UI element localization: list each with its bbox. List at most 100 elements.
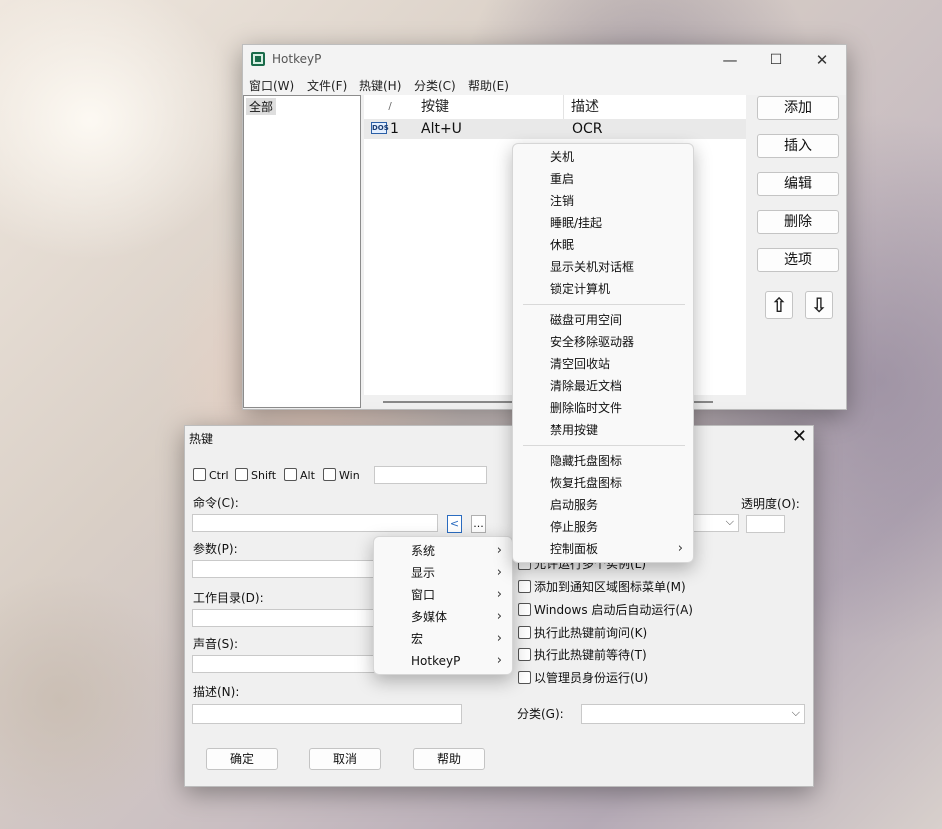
checkbox-box: [518, 648, 531, 661]
column-header-desc[interactable]: 描述: [565, 95, 746, 119]
title-bar[interactable]: HotkeyP — ☐ ✕: [243, 45, 846, 75]
menu-item-hide-tray[interactable]: 隐藏托盘图标: [513, 450, 693, 472]
win-checkbox[interactable]: Win: [323, 468, 360, 482]
command-label: 命令(C):: [193, 496, 239, 510]
menu-item-label: 锁定计算机: [550, 282, 611, 296]
menu-item-multimedia[interactable]: 多媒体 ›: [374, 606, 512, 628]
menu-hotkey[interactable]: 热键(H): [359, 77, 401, 94]
shift-label: Shift: [251, 469, 277, 482]
menu-item-eject-drive[interactable]: 安全移除驱动器: [513, 331, 693, 353]
hotkey-input[interactable]: [374, 466, 487, 484]
menu-item-sleep[interactable]: 睡眠/挂起: [513, 212, 693, 234]
menu-item-label: 删除临时文件: [550, 401, 623, 415]
menu-item-start-service[interactable]: 启动服务: [513, 494, 693, 516]
menu-file[interactable]: 文件(F): [307, 77, 347, 94]
minimize-button[interactable]: —: [707, 45, 753, 75]
menu-separator: [523, 304, 685, 305]
chevron-right-icon: ›: [496, 631, 502, 646]
insert-button[interactable]: 插入: [757, 134, 839, 158]
row-description: OCR: [572, 121, 603, 137]
menu-item-empty-recycle[interactable]: 清空回收站: [513, 353, 693, 375]
command-input[interactable]: [192, 514, 438, 532]
menu-item-control-panel[interactable]: 控制面板 ›: [513, 538, 693, 560]
column-header-key[interactable]: 按键: [416, 95, 564, 119]
menu-item-hotkeyp[interactable]: HotkeyP ›: [374, 650, 512, 672]
row-key: Alt+U: [421, 121, 462, 137]
menu-item-label: 注销: [550, 194, 575, 208]
chevron-right-icon: ›: [677, 541, 683, 556]
menu-item-label: 窗口: [411, 588, 436, 602]
menu-item-label: 控制面板: [550, 542, 599, 556]
table-row[interactable]: DOS 1 Alt+U OCR: [364, 119, 746, 139]
menu-item-shutdown[interactable]: 关机: [513, 146, 693, 168]
menu-item-label: 显示关机对话框: [550, 260, 635, 274]
cancel-button[interactable]: 取消: [309, 748, 381, 770]
menu-item-label: 启动服务: [550, 498, 599, 512]
dialog-close-icon[interactable]: ✕: [792, 426, 807, 447]
menu-item-disk-free[interactable]: 磁盘可用空间: [513, 309, 693, 331]
category-list[interactable]: 全部: [243, 95, 361, 408]
dialog-title: 热键: [189, 432, 214, 446]
app-icon: [251, 52, 265, 66]
checkbox-box: [235, 468, 248, 481]
move-up-button[interactable]: ⇧: [765, 291, 793, 319]
option-ask-before[interactable]: 执行此热键前询问(K): [518, 624, 647, 641]
ok-button[interactable]: 确定: [206, 748, 278, 770]
menu-item-stop-service[interactable]: 停止服务: [513, 516, 693, 538]
menu-item-shutdown-dialog[interactable]: 显示关机对话框: [513, 256, 693, 278]
option-run-as-admin[interactable]: 以管理员身份运行(U): [518, 669, 648, 686]
menu-item-label: 隐藏托盘图标: [550, 454, 623, 468]
menu-item-window[interactable]: 窗口 ›: [374, 584, 512, 606]
options-button[interactable]: 选项: [757, 248, 839, 272]
browse-button[interactable]: ...: [471, 515, 486, 533]
delete-button[interactable]: 删除: [757, 210, 839, 234]
menu-item-label: 禁用按键: [550, 423, 599, 437]
menu-item-system[interactable]: 系统 ›: [374, 540, 512, 562]
alt-checkbox[interactable]: Alt: [284, 468, 315, 482]
command-menu-button[interactable]: <: [447, 515, 462, 533]
close-button[interactable]: ✕: [799, 45, 845, 75]
menu-category[interactable]: 分类(C): [414, 77, 456, 94]
menu-item-label: 显示: [411, 566, 436, 580]
menu-item-delete-temp[interactable]: 删除临时文件: [513, 397, 693, 419]
category-item-all[interactable]: 全部: [246, 98, 277, 115]
chevron-right-icon: ›: [496, 543, 502, 558]
checkbox-box: [193, 468, 206, 481]
menu-help[interactable]: 帮助(E): [468, 77, 509, 94]
menu-item-label: 恢复托盘图标: [550, 476, 623, 490]
menu-window[interactable]: 窗口(W): [249, 77, 294, 94]
category-dropdown[interactable]: ⌵: [581, 704, 805, 724]
menu-item-label: 清空回收站: [550, 357, 611, 371]
option-label: 执行此热键前等待(T): [534, 648, 647, 662]
chevron-right-icon: ›: [496, 565, 502, 580]
ctrl-checkbox[interactable]: Ctrl: [193, 468, 229, 482]
menu-item-clear-recent[interactable]: 清除最近文档: [513, 375, 693, 397]
add-button[interactable]: 添加: [757, 96, 839, 120]
option-tray-menu[interactable]: 添加到通知区域图标菜单(M): [518, 578, 686, 595]
menu-item-lock[interactable]: 锁定计算机: [513, 278, 693, 300]
option-wait-before[interactable]: 执行此热键前等待(T): [518, 646, 647, 663]
menu-item-label: 睡眠/挂起: [550, 216, 603, 230]
shift-checkbox[interactable]: Shift: [235, 468, 276, 482]
menu-item-macro[interactable]: 宏 ›: [374, 628, 512, 650]
maximize-button[interactable]: ☐: [753, 45, 799, 75]
ctrl-label: Ctrl: [209, 469, 229, 482]
menu-item-restore-tray[interactable]: 恢复托盘图标: [513, 472, 693, 494]
edit-button[interactable]: 编辑: [757, 172, 839, 196]
opacity-input[interactable]: [746, 515, 785, 533]
menu-item-display[interactable]: 显示 ›: [374, 562, 512, 584]
menu-item-label: 多媒体: [411, 610, 448, 624]
move-down-button[interactable]: ⇩: [805, 291, 833, 319]
menu-item-restart[interactable]: 重启: [513, 168, 693, 190]
column-header-num[interactable]: /: [364, 95, 417, 119]
help-button[interactable]: 帮助: [413, 748, 485, 770]
menu-item-label: 磁盘可用空间: [550, 313, 623, 327]
option-autorun[interactable]: Windows 启动后自动运行(A): [518, 601, 693, 618]
description-input[interactable]: [192, 704, 462, 724]
menu-item-hibernate[interactable]: 休眠: [513, 234, 693, 256]
menu-item-label: 系统: [411, 544, 436, 558]
menu-item-disable-keys[interactable]: 禁用按键: [513, 419, 693, 441]
system-submenu: 关机 重启 注销 睡眠/挂起 休眠 显示关机对话框 锁定计算机 磁盘可用空间 安…: [512, 143, 694, 563]
menu-item-logoff[interactable]: 注销: [513, 190, 693, 212]
menu-item-label: 清除最近文档: [550, 379, 623, 393]
